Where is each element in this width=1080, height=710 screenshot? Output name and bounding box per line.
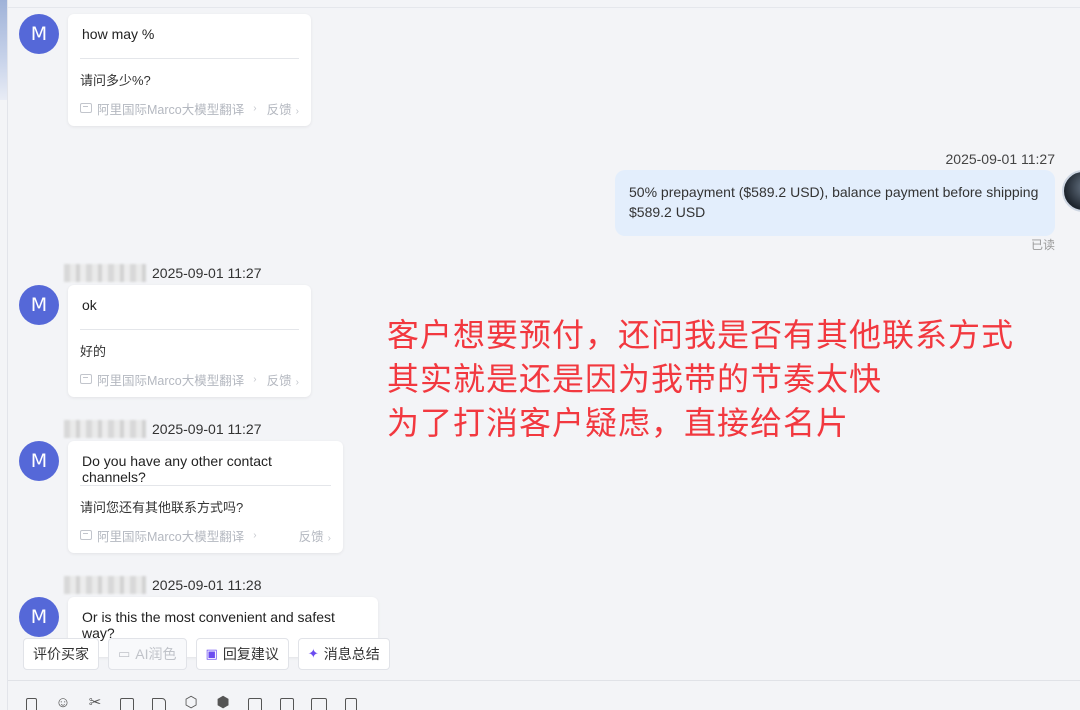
translate-icon (80, 530, 92, 540)
translator-link[interactable]: 阿里国际Marco大模型翻译 › (80, 99, 257, 118)
annotation-line: 其实就是还是因为我带的节奏太快 (387, 360, 883, 398)
emoji-icon[interactable]: ☺ (54, 694, 72, 710)
translate-icon (80, 103, 92, 113)
scissors-icon[interactable]: ✂ (86, 694, 104, 710)
rate-buyer-button[interactable]: 评价买家 (23, 638, 99, 670)
composer-divider (8, 680, 1080, 681)
top-border (8, 7, 1080, 8)
translator-link[interactable]: 阿里国际Marco大模型翻译 › (80, 370, 257, 389)
contact-avatar[interactable]: M (19, 14, 59, 54)
message-bubble: how may % 请问多少%? 阿里国际Marco大模型翻译 › 反馈 › (68, 14, 311, 126)
message-timestamp: 2025-09-01 11:28 (152, 577, 262, 593)
copy-icon[interactable] (22, 694, 40, 710)
ai-polish-button[interactable]: ▭ AI润色 (108, 638, 187, 670)
translate-icon[interactable] (278, 694, 296, 710)
left-border (7, 0, 8, 710)
package-icon[interactable]: ⬢ (214, 694, 232, 710)
suggestion-icon: ▣ (205, 646, 218, 661)
message-translation-text: 请问多少%? (80, 73, 151, 88)
contact-avatar[interactable]: M (19, 597, 59, 637)
message-meta: 2025-09-01 11:27 (64, 264, 262, 282)
reply-suggestion-button[interactable]: ▣ 回复建议 (195, 638, 289, 670)
sparkle-icon: ✦ (307, 646, 319, 661)
message-summary-button[interactable]: ✦ 消息总结 (297, 638, 390, 670)
window-edge-decoration (0, 0, 7, 100)
message-original-text: ok (82, 297, 97, 313)
message-translation-text: 好的 (80, 344, 107, 359)
contact-avatar[interactable]: M (19, 441, 59, 481)
annotation-line: 为了打消客户疑虑，直接给名片 (387, 404, 850, 442)
message-meta: 2025-09-01 11:27 (64, 420, 262, 438)
product-icon[interactable]: ⬡ (182, 694, 200, 710)
calendar-icon[interactable] (246, 694, 264, 710)
translate-icon (80, 374, 92, 384)
read-status: 已读 (1030, 238, 1055, 252)
composer-toolbar: ☺ ✂ ⬡ ⬢ (22, 694, 360, 710)
note-icon[interactable] (342, 694, 360, 710)
message-bubble: Do you have any other contact channels? … (68, 441, 343, 553)
annotation-text: 客户想要预付，还问我是否有其他联系方式 其实就是还是因为我带的节奏太快 为了打消… (387, 313, 1014, 445)
feedback-link[interactable]: 反馈 › (299, 526, 331, 545)
feedback-link[interactable]: 反馈 › (267, 99, 299, 118)
sender-name-blurred (64, 264, 146, 282)
message-bubble: ok 好的 阿里国际Marco大模型翻译 › 反馈 › (68, 285, 311, 397)
sender-name-blurred (64, 576, 146, 594)
outgoing-message-bubble: 50% prepayment ($589.2 USD), balance pay… (615, 170, 1055, 236)
folder-icon[interactable] (150, 694, 168, 710)
feedback-link[interactable]: 反馈 › (267, 370, 299, 389)
card-icon[interactable] (310, 694, 328, 710)
message-original-text: how may % (82, 26, 155, 42)
contact-avatar[interactable]: M (19, 285, 59, 325)
message-original-text: Do you have any other contact channels? (82, 453, 272, 485)
annotation-line: 客户想要预付，还问我是否有其他联系方式 (387, 316, 1015, 354)
message-meta: 2025-09-01 11:28 (64, 576, 262, 594)
polish-icon: ▭ (118, 646, 131, 661)
sender-name-blurred (64, 420, 146, 438)
my-avatar[interactable] (1062, 170, 1080, 212)
message-timestamp: 2025-09-01 11:27 (945, 151, 1056, 167)
translator-link[interactable]: 阿里国际Marco大模型翻译 › (80, 526, 257, 545)
message-original-text: Or is this the most convenient and safes… (82, 609, 335, 641)
message-timestamp: 2025-09-01 11:27 (152, 265, 262, 281)
image-icon[interactable] (118, 694, 136, 710)
message-translation-text: 请问您还有其他联系方式吗? (80, 500, 244, 515)
quick-actions-bar: 评价买家 ▭ AI润色 ▣ 回复建议 ✦ 消息总结 (23, 638, 390, 670)
message-timestamp: 2025-09-01 11:27 (152, 421, 262, 437)
